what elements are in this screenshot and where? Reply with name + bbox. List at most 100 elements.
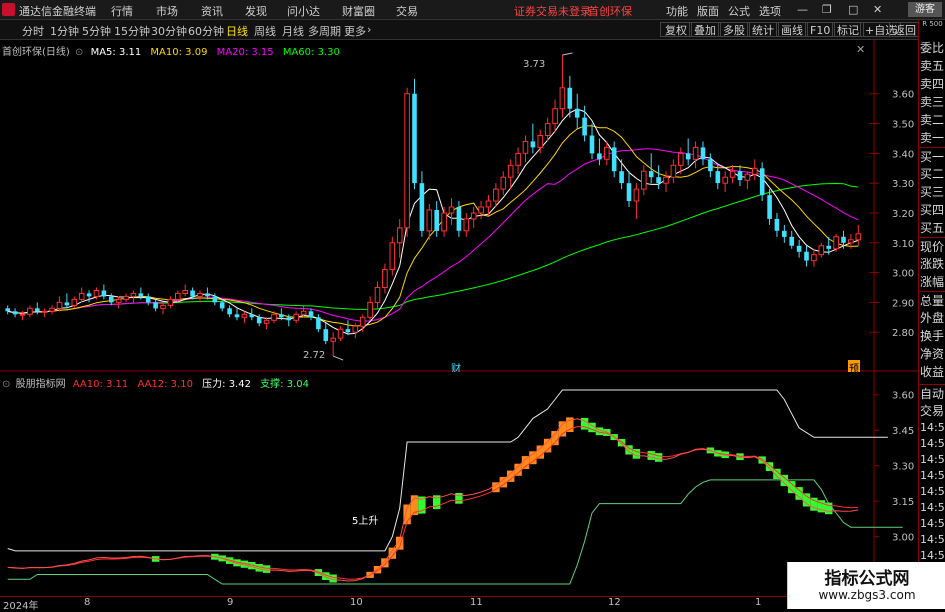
menu-market[interactable]: 市场 — [156, 3, 178, 19]
candle-body — [515, 152, 521, 166]
menu-trade[interactable]: 交易 — [396, 3, 418, 19]
tick-time-2: 14:56 — [920, 453, 945, 466]
candle-body — [700, 147, 706, 160]
candle-body — [493, 188, 499, 202]
period-monthly[interactable]: 月线 — [282, 23, 304, 39]
candle-body — [56, 301, 63, 309]
candle-body — [848, 239, 854, 244]
signal-block — [654, 453, 663, 462]
indicator-title: 股朋指标网 — [15, 379, 66, 390]
multi-stock-button[interactable]: 多股 — [718, 22, 750, 37]
menu-assistant[interactable]: 问小达 — [287, 3, 320, 19]
maximize-icon[interactable]: □ — [848, 3, 858, 16]
quote-field-7: 买二 — [920, 167, 945, 181]
ma5-legend: MA5: 3.11 — [90, 47, 142, 58]
back-button[interactable]: 返回 — [889, 22, 921, 37]
menu-discover[interactable]: 发现 — [245, 3, 267, 19]
close-icon[interactable]: ✕ — [873, 3, 882, 16]
sub-y-tick-1: 3.45 — [892, 426, 914, 437]
candle-body — [715, 171, 721, 184]
candle-body — [404, 93, 410, 229]
stats-button[interactable]: 统计 — [747, 22, 779, 37]
minimize-icon[interactable]: — — [797, 3, 808, 16]
candle-body — [574, 108, 580, 118]
signal-block — [802, 493, 811, 507]
quote-field-15: 外盘 — [920, 311, 945, 325]
restore-icon[interactable]: ❐ — [822, 3, 832, 16]
period-more[interactable]: 更多 — [344, 23, 366, 39]
period-1min[interactable]: 1分钟 — [50, 23, 79, 39]
options-button[interactable]: 选项 — [759, 3, 781, 19]
high-price-label: 3.73 — [523, 59, 546, 70]
candle-body — [833, 236, 839, 250]
candle-body — [316, 317, 321, 330]
candle-body — [485, 200, 492, 208]
candle-body — [619, 171, 624, 184]
period-daily[interactable]: 日线 — [226, 23, 248, 39]
x-tick-dec: 12 — [608, 597, 621, 608]
menu-quotes[interactable]: 行情 — [111, 3, 133, 19]
aa10-legend: AA10: 3.11 — [72, 379, 129, 390]
quote-field-12: 涨跌 — [920, 257, 945, 271]
period-60min[interactable]: 60分钟 — [188, 23, 224, 39]
login-notice[interactable]: 证券交易未登录 — [514, 3, 591, 19]
period-multi[interactable]: 多周期 — [308, 23, 341, 39]
candle-body — [256, 317, 262, 324]
signal-block — [795, 487, 803, 500]
candle-body — [478, 206, 484, 214]
menu-wealth-circle[interactable]: 财富圈 — [342, 3, 375, 19]
kline-chart[interactable]: 3.60 3.50 3.40 3.30 3.20 3.10 3.00 2.90 2.80 — [0, 40, 918, 372]
quote-field-16: 换手 — [920, 329, 945, 343]
candle-body — [522, 140, 529, 154]
period-30min[interactable]: 30分钟 — [151, 23, 187, 39]
candle-body — [412, 93, 417, 184]
period-intraday[interactable]: 分时 — [22, 23, 44, 39]
candle-body — [359, 316, 366, 327]
layout-button[interactable]: 版面 — [697, 3, 719, 19]
indicator-settings-icon[interactable]: ⊙ — [2, 379, 10, 390]
x-tick-jan: 1 — [755, 597, 762, 608]
candle-body — [692, 146, 699, 160]
guest-badge[interactable]: 游客 — [908, 2, 942, 17]
support-legend: 支撑: 3.04 — [260, 379, 309, 390]
candle-body — [685, 153, 691, 160]
signal-block — [521, 456, 530, 469]
main-y-tick-5: 3.10 — [892, 239, 914, 250]
f10-button[interactable]: F10 — [805, 22, 836, 37]
overlay-button[interactable]: 叠加 — [689, 22, 721, 37]
close-panel-icon[interactable]: ✕ — [856, 43, 865, 56]
sub-y-tick-0: 3.60 — [892, 391, 914, 402]
function-button[interactable]: 功能 — [666, 3, 688, 19]
candle-body — [633, 188, 640, 202]
menu-bar: 通达信金融终端 行情 市场 资讯 发现 问小达 财富圈 交易 证券交易未登录 首… — [0, 0, 945, 20]
chevron-right-icon[interactable]: › — [367, 23, 371, 36]
candle-body — [190, 290, 195, 297]
period-weekly[interactable]: 周线 — [254, 23, 276, 39]
candle-body — [300, 310, 307, 315]
signal-block — [262, 565, 271, 573]
watermark: 指标公式网 www.zbgs3.com — [787, 562, 945, 609]
candle-body — [589, 135, 595, 154]
signal-block — [536, 445, 544, 459]
candle-body — [663, 176, 669, 184]
candle-body — [434, 210, 439, 231]
indicator-chart[interactable]: 3.603.453.303.153.002.85 — [0, 372, 918, 596]
main-y-tick-8: 2.80 — [892, 328, 914, 339]
stock-name-title: 首创环保 — [588, 5, 632, 18]
trade-field-0[interactable]: 自动 — [920, 384, 945, 403]
menu-news[interactable]: 资讯 — [201, 3, 223, 19]
candle-body — [27, 307, 33, 315]
period-5min[interactable]: 5分钟 — [82, 23, 111, 39]
trade-field-1[interactable]: 交易 — [920, 402, 945, 420]
candle-body — [219, 302, 225, 309]
settings-icon[interactable]: ⊙ — [75, 47, 83, 58]
formula-button[interactable]: 公式 — [728, 3, 750, 19]
draw-button[interactable]: 画线 — [776, 22, 808, 37]
app-logo-icon — [2, 3, 15, 16]
candle-body — [337, 328, 344, 339]
adjust-button[interactable]: 复权 — [660, 22, 692, 37]
period-15min[interactable]: 15分钟 — [114, 23, 150, 39]
main-y-tick-2: 3.40 — [892, 149, 914, 160]
period-toolbar: 分时 1分钟 5分钟 15分钟 30分钟 60分钟 日线 周线 月线 多周期 更… — [0, 20, 945, 40]
candle-body — [130, 292, 137, 297]
